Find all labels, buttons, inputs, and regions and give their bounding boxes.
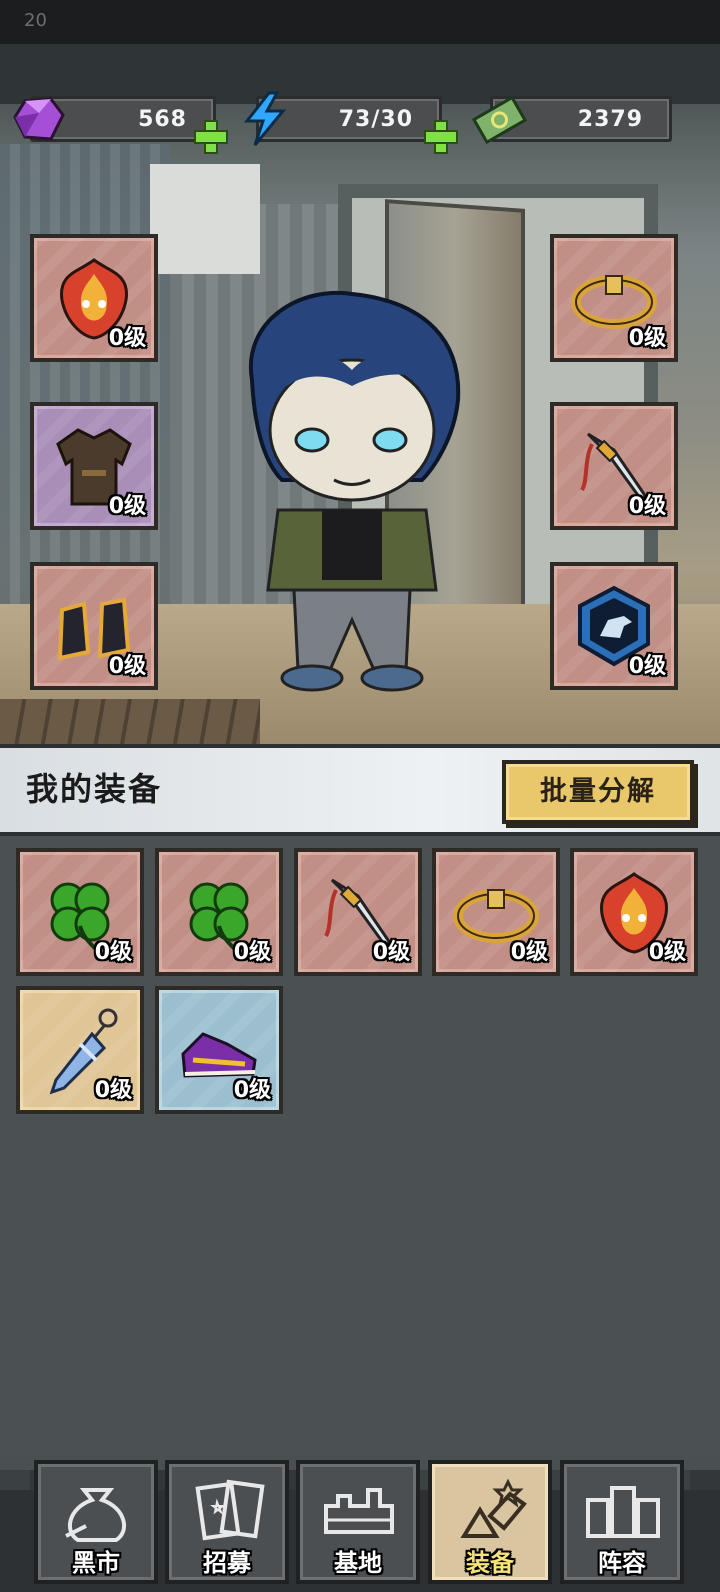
slot-level: 0级	[108, 494, 146, 519]
equip-slot-accessory[interactable]: 0级	[550, 562, 678, 690]
tab-base[interactable]: 基地	[296, 1460, 420, 1584]
add-gems-button[interactable]	[192, 118, 228, 154]
equip-slot-weapon[interactable]: 0级	[550, 402, 678, 530]
tab-label: 阵容	[598, 1549, 646, 1577]
tab-lineup[interactable]: 阵容	[560, 1460, 684, 1584]
tab-equipment[interactable]: 装备	[428, 1460, 552, 1584]
inventory-item[interactable]: 0级	[155, 986, 283, 1114]
inventory-item[interactable]: 0级	[570, 848, 698, 976]
purple-gem-icon	[13, 97, 65, 141]
tab-label: 装备	[466, 1549, 514, 1577]
item-level: 0级	[233, 1078, 271, 1103]
inventory-item[interactable]: 0级	[16, 848, 144, 976]
item-level: 0级	[372, 940, 410, 965]
status-time: 20	[24, 10, 47, 31]
money-bag-icon	[65, 1488, 126, 1542]
gem-counter[interactable]: 568	[13, 96, 216, 142]
batch-decompose-button[interactable]: 批量分解	[502, 760, 694, 824]
slot-level: 0级	[628, 494, 666, 519]
cash-value: 2379	[577, 107, 643, 132]
banknote-icon	[471, 95, 527, 145]
slot-level: 0级	[628, 654, 666, 679]
inventory-item[interactable]: 0级	[432, 848, 560, 976]
equip-slot-helmet[interactable]: 0级	[30, 234, 158, 362]
tab-label: 招募	[203, 1549, 251, 1577]
hero-character	[248, 290, 461, 692]
equipment-icon	[460, 1478, 527, 1538]
cards-icon	[195, 1479, 265, 1541]
slot-level: 0级	[628, 326, 666, 351]
equip-slot-bracelet[interactable]: 0级	[550, 234, 678, 362]
add-energy-button[interactable]	[422, 118, 458, 154]
inventory-item[interactable]: 0级	[16, 986, 144, 1114]
energy-value: 73/30	[338, 107, 413, 132]
equip-slot-armor[interactable]: 0级	[30, 402, 158, 530]
item-level: 0级	[94, 940, 132, 965]
item-level: 0级	[510, 940, 548, 965]
item-level: 0级	[648, 940, 686, 965]
inventory-item[interactable]: 0级	[155, 848, 283, 976]
base-icon	[324, 1488, 394, 1534]
app-root: 20 568 73/30 2379 0级 0级 0级 0级 0级 0级 我的装备…	[0, 0, 720, 1592]
item-level: 0级	[94, 1078, 132, 1103]
inventory-title: 我的装备	[26, 770, 163, 808]
lightning-icon	[243, 91, 287, 146]
tab-black-market[interactable]: 黑市	[34, 1460, 158, 1584]
inventory-item[interactable]: 0级	[294, 848, 422, 976]
status-bar: 20	[0, 0, 720, 44]
item-level: 0级	[233, 940, 271, 965]
tab-label: 黑市	[72, 1549, 120, 1577]
energy-counter[interactable]: 73/30	[243, 91, 442, 146]
tab-label: 基地	[334, 1549, 382, 1577]
equip-slot-boots[interactable]: 0级	[30, 562, 158, 690]
slot-level: 0级	[108, 654, 146, 679]
tab-recruit[interactable]: 招募	[165, 1460, 289, 1584]
gem-value: 568	[138, 107, 187, 132]
cash-counter[interactable]: 2379	[471, 95, 672, 145]
lineup-icon	[586, 1486, 660, 1538]
slot-level: 0级	[108, 326, 146, 351]
